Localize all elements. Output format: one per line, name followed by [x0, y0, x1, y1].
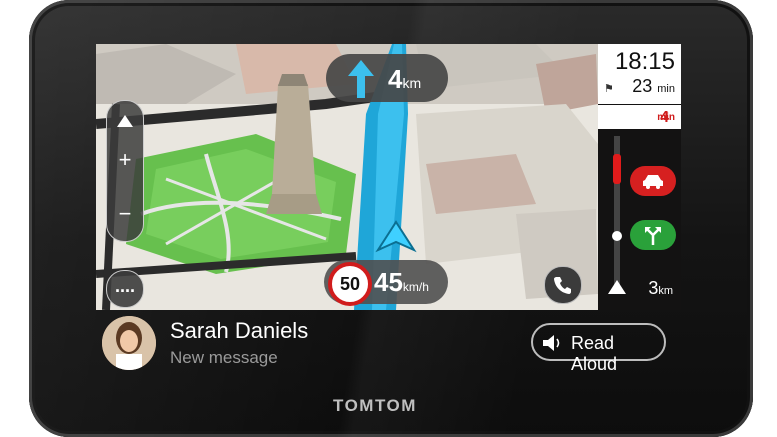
brand-logo: TOMTOM: [333, 396, 417, 415]
remaining-time-unit: min: [657, 83, 675, 95]
read-aloud-button[interactable]: Read Aloud: [531, 323, 666, 374]
junction-bubble[interactable]: [630, 220, 676, 250]
phone-icon: [554, 277, 571, 294]
finish-flag-icon: ⚑: [604, 83, 614, 95]
speed-panel: 50 45km/h: [324, 260, 448, 306]
delay-panel: 4 min: [598, 105, 681, 129]
current-position-dot: [612, 231, 622, 241]
notification-message: New message: [170, 348, 278, 367]
traffic-jam-bubble[interactable]: [630, 166, 676, 196]
read-aloud-label: Read Aloud: [571, 333, 618, 374]
current-speed-unit: km/h: [402, 280, 429, 294]
phone-button[interactable]: [544, 266, 582, 304]
instruction-distance: 4km: [388, 64, 421, 95]
current-speed-value: 45: [374, 267, 403, 297]
instruction-distance-unit: km: [402, 75, 422, 91]
current-speed: 45km/h: [374, 267, 429, 298]
route-bar: 18:15 ⚑ 23 min 4 min 3km: [598, 44, 681, 310]
route-bar-distance: 3km: [648, 278, 673, 299]
instruction-distance-value: 4: [388, 64, 403, 94]
map-zoom-panel: + −: [106, 100, 144, 242]
menu-icon: ....: [114, 276, 135, 296]
menu-button[interactable]: ....: [106, 270, 144, 308]
delay-value: 4: [660, 109, 669, 126]
zoom-out-icon[interactable]: −: [107, 201, 143, 227]
speaker-icon: [543, 335, 560, 351]
navigation-screen[interactable]: 4km + − .... 50 45km/h 18:15 ⚑ 23 min 4 …: [96, 44, 681, 310]
junction-icon: [645, 227, 661, 245]
eta-panel[interactable]: 18:15 ⚑ 23 min: [598, 44, 681, 104]
remaining-time: 23 min: [632, 76, 675, 97]
car-icon: [643, 175, 663, 189]
route-bar-distance-value: 3: [648, 278, 659, 298]
tilt-up-icon[interactable]: [107, 107, 143, 133]
next-instruction-panel[interactable]: 4km: [326, 54, 448, 102]
caller-name: Sarah Daniels: [170, 318, 309, 343]
avatar: [102, 316, 156, 370]
up-arrow-icon: [348, 60, 374, 98]
car-position-marker: [608, 280, 626, 294]
traffic-segment: [613, 154, 621, 184]
arrival-time: 18:15: [614, 48, 675, 75]
zoom-in-icon[interactable]: +: [107, 147, 143, 173]
route-bar-distance-unit: km: [658, 285, 673, 297]
speed-limit-sign: 50: [328, 262, 372, 306]
remaining-time-value: 23: [632, 76, 653, 96]
